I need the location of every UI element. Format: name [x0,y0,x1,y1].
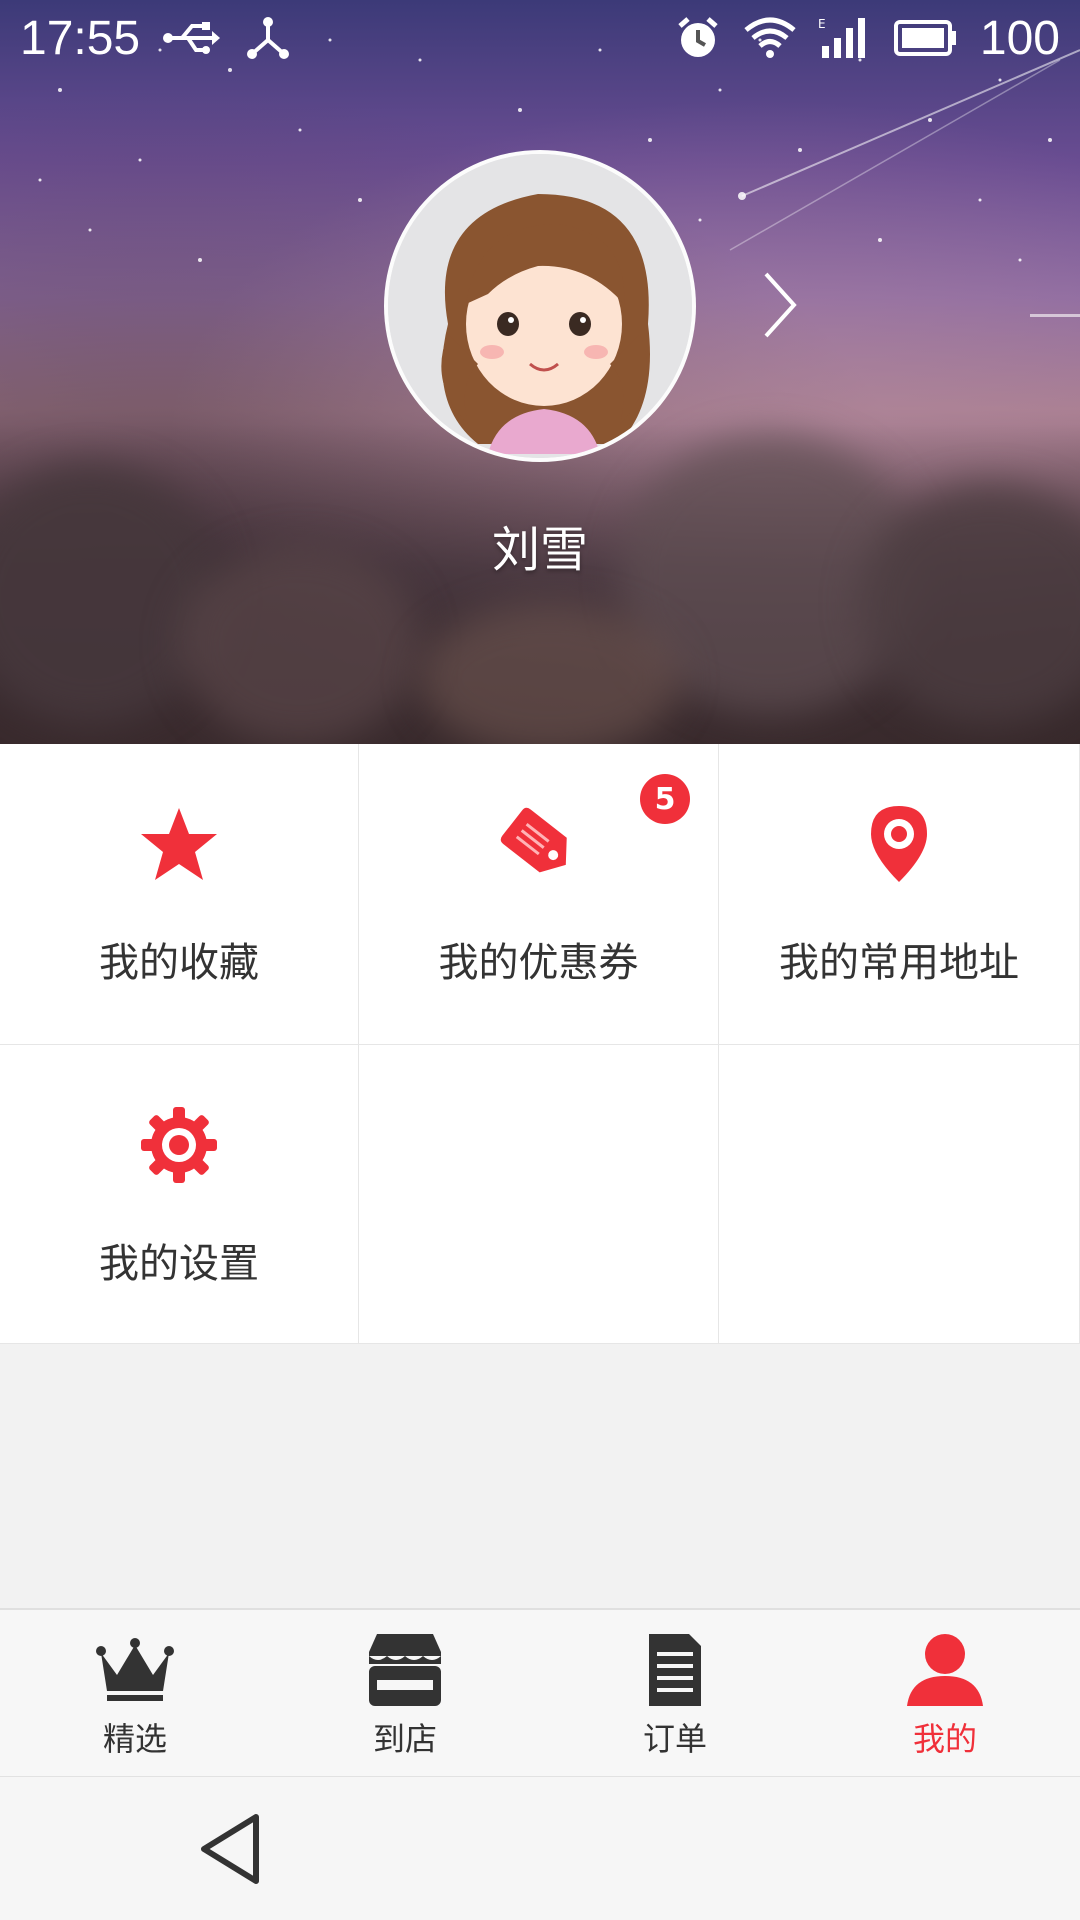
profile-header: 17:55 E 100 刘雪 [0,0,1080,744]
svg-text:E: E [818,17,826,31]
crown-icon [96,1638,174,1701]
system-navigation-bar [0,1776,1080,1920]
star-icon [141,808,217,880]
tab-label: 精选 [102,1720,167,1758]
menu-item-label: 我的常用地址 [779,940,1019,986]
menu-item-favorites[interactable]: 我的收藏 [0,744,359,1045]
menu-item-settings[interactable]: 我的设置 [0,1045,359,1344]
bottom-tab-bar: 精选 到店 订单 我的 [0,1608,1080,1776]
menu-cell-empty [359,1045,719,1344]
battery-icon [893,20,956,56]
gear-icon [141,1107,217,1183]
signal-icon: E [818,17,865,58]
tab-mine[interactable]: 我的 [810,1610,1080,1776]
share-icon [247,17,290,59]
wifi-icon [744,17,796,58]
menu-item-label: 我的设置 [99,1241,259,1287]
divider-line [1030,314,1080,317]
coupon-count-badge: 5 [640,774,690,824]
menu-item-addresses[interactable]: 我的常用地址 [719,744,1080,1045]
tab-label: 我的 [912,1720,977,1758]
city-skyline [0,424,1080,744]
battery-level: 100 [979,11,1060,65]
menu-item-label: 我的优惠券 [438,940,639,986]
menu-grid: 我的收藏 我的优惠券 我的常用地址 我的设置 [0,744,1080,1344]
avatar[interactable] [384,150,696,462]
status-bar: 17:55 E 100 [0,0,1080,76]
person-icon [907,1634,983,1706]
username: 刘雪 [491,522,588,578]
store-icon [369,1634,441,1706]
usb-icon [163,22,221,54]
menu-item-label: 我的收藏 [99,940,259,986]
document-icon [649,1634,701,1706]
coupon-tag-icon [500,807,567,873]
tab-store[interactable]: 到店 [270,1610,540,1776]
tab-label: 订单 [642,1720,707,1758]
alarm-icon [678,17,718,57]
status-time: 17:55 [20,11,141,65]
tab-label: 到店 [372,1720,437,1758]
menu-cell-empty [719,1045,1080,1344]
tab-orders[interactable]: 订单 [540,1610,810,1776]
chevron-right-icon[interactable] [760,270,800,340]
tab-featured[interactable]: 精选 [0,1610,270,1776]
location-pin-icon [871,806,927,882]
avatar-icon [388,154,692,458]
back-icon[interactable] [196,1811,264,1887]
